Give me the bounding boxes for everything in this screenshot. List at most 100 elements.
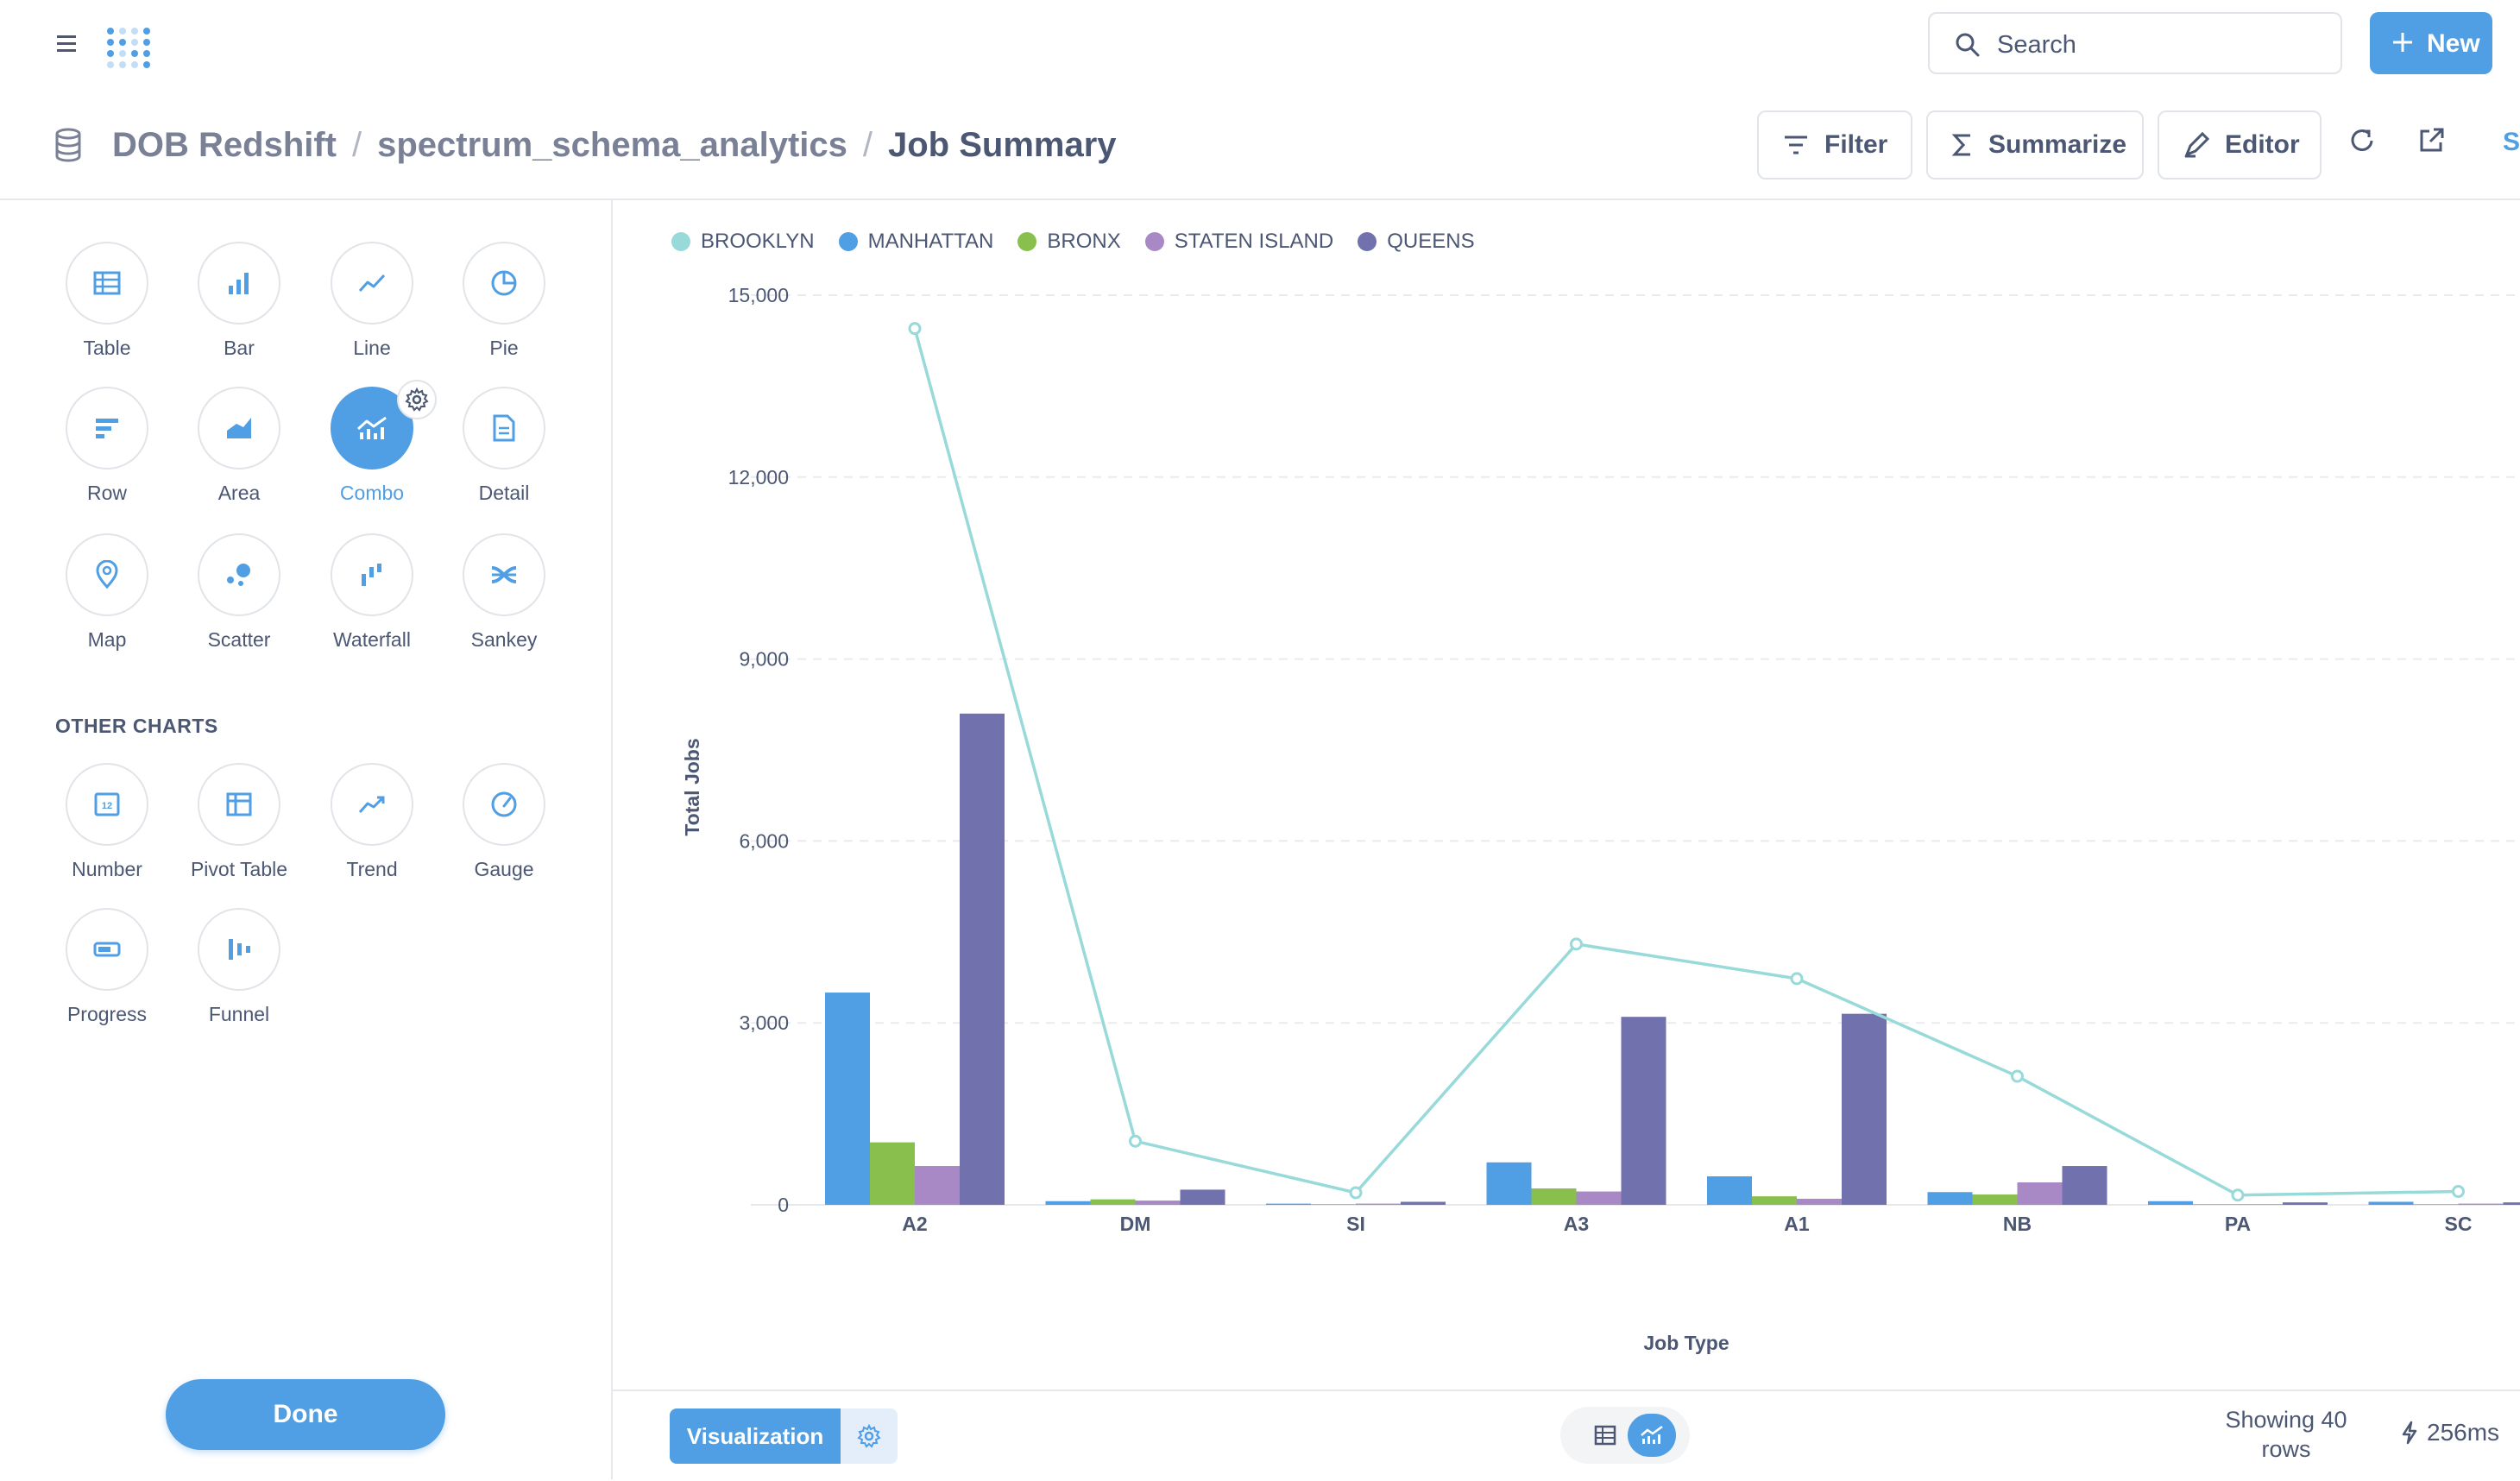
line-chart-icon xyxy=(331,242,413,325)
line-point[interactable] xyxy=(2454,1187,2464,1197)
legend-item-manhattan[interactable]: MANHATTAN xyxy=(839,230,994,254)
bar-manhattan[interactable] xyxy=(1928,1192,1973,1205)
chart-type-map[interactable]: Map xyxy=(38,533,176,652)
bar-staten-island[interactable] xyxy=(2018,1182,2063,1205)
bar-chart-icon xyxy=(198,242,280,325)
bar-bronx[interactable] xyxy=(1752,1196,1797,1205)
line-point[interactable] xyxy=(2233,1190,2243,1201)
x-tick-label: SC xyxy=(2445,1213,2473,1235)
chart-legend: BROOKLYN MANHATTAN BRONX STATEN ISLAND Q… xyxy=(671,230,1499,254)
search-box[interactable]: Search xyxy=(1928,12,2342,74)
chart-type-waterfall[interactable]: Waterfall xyxy=(303,533,441,652)
legend-item-brooklyn[interactable]: BROOKLYN xyxy=(671,230,815,254)
bar-manhattan[interactable] xyxy=(1266,1204,1311,1205)
bar-manhattan[interactable] xyxy=(1046,1201,1091,1205)
bar-staten-island[interactable] xyxy=(1797,1199,1842,1205)
hamburger-menu-icon[interactable] xyxy=(50,29,85,59)
filter-button-label: Filter xyxy=(1824,130,1887,160)
chart-type-scatter[interactable]: Scatter xyxy=(170,533,308,652)
legend-dot xyxy=(839,232,858,251)
line-point[interactable] xyxy=(1131,1136,1141,1146)
chart-type-trend[interactable]: Trend xyxy=(303,763,441,881)
legend-item-queens[interactable]: QUEENS xyxy=(1358,230,1474,254)
x-tick-label: A3 xyxy=(1564,1213,1589,1235)
bar-manhattan[interactable] xyxy=(1707,1176,1752,1205)
bar-staten-island[interactable] xyxy=(1136,1201,1181,1205)
bar-bronx[interactable] xyxy=(870,1143,915,1205)
chart-type-gauge[interactable]: Gauge xyxy=(435,763,573,881)
breadcrumb-separator: / xyxy=(863,126,873,165)
refresh-icon[interactable] xyxy=(2347,126,2377,155)
chart-type-area[interactable]: Area xyxy=(170,387,308,505)
metabase-logo-icon[interactable] xyxy=(102,19,157,71)
line-point[interactable] xyxy=(1351,1188,1361,1198)
breadcrumb-schema[interactable]: spectrum_schema_analytics xyxy=(377,126,847,165)
new-button[interactable]: New xyxy=(2370,12,2492,74)
bar-manhattan[interactable] xyxy=(1487,1163,1532,1205)
bar-staten-island[interactable] xyxy=(915,1166,960,1205)
chart-type-funnel[interactable]: Funnel xyxy=(170,908,308,1026)
save-button[interactable]: Sa xyxy=(2503,128,2520,157)
bar-queens[interactable] xyxy=(1401,1201,1446,1205)
bar-queens[interactable] xyxy=(2063,1166,2107,1205)
bar-queens[interactable] xyxy=(1181,1189,1225,1205)
line-point[interactable] xyxy=(1572,939,1582,949)
bar-queens[interactable] xyxy=(1622,1017,1666,1205)
line-point[interactable] xyxy=(1792,974,1802,984)
bar-bronx[interactable] xyxy=(1973,1194,2018,1205)
bar-bronx[interactable] xyxy=(1532,1188,1577,1205)
bar-staten-island[interactable] xyxy=(2459,1204,2504,1205)
bar-staten-island[interactable] xyxy=(1356,1204,1401,1205)
question-title[interactable]: Job Summary xyxy=(888,126,1117,165)
bar-bronx[interactable] xyxy=(2193,1204,2238,1205)
bar-manhattan[interactable] xyxy=(2369,1201,2414,1205)
chart-type-label: Area xyxy=(170,482,308,505)
bar-manhattan[interactable] xyxy=(825,993,870,1205)
legend-item-bronx[interactable]: BRONX xyxy=(1017,230,1120,254)
viz-settings-gear-icon[interactable] xyxy=(841,1409,898,1464)
bar-queens[interactable] xyxy=(2283,1202,2328,1205)
search-icon xyxy=(1954,31,1981,59)
chart-type-table[interactable]: Table xyxy=(38,242,176,360)
chart-type-detail[interactable]: Detail xyxy=(435,387,573,505)
filter-button[interactable]: Filter xyxy=(1757,110,1912,180)
bar-bronx[interactable] xyxy=(1311,1204,1356,1205)
bar-queens[interactable] xyxy=(960,714,1005,1205)
summarize-button-label: Summarize xyxy=(1988,130,2126,160)
bar-staten-island[interactable] xyxy=(1577,1192,1622,1205)
chart-type-number[interactable]: 12 Number xyxy=(38,763,176,881)
chart-type-pivot-table[interactable]: Pivot Table xyxy=(170,763,308,881)
chart-type-row[interactable]: Row xyxy=(38,387,176,505)
legend-dot xyxy=(1145,232,1164,251)
breadcrumb-database[interactable]: DOB Redshift xyxy=(112,126,337,165)
chart-type-progress[interactable]: Progress xyxy=(38,908,176,1026)
done-button[interactable]: Done xyxy=(166,1379,445,1450)
bar-queens[interactable] xyxy=(1842,1014,1887,1205)
chart-view-icon[interactable] xyxy=(1628,1414,1676,1457)
visualization-button[interactable]: Visualization xyxy=(670,1409,841,1464)
share-icon[interactable] xyxy=(2416,126,2446,155)
combo-settings-gear-icon[interactable] xyxy=(397,380,437,419)
line-point[interactable] xyxy=(910,324,920,334)
legend-item-staten-island[interactable]: STATEN ISLAND xyxy=(1145,230,1333,254)
x-tick-label: A2 xyxy=(902,1213,927,1235)
database-icon xyxy=(54,128,83,162)
chart-type-line[interactable]: Line xyxy=(303,242,441,360)
scatter-icon xyxy=(198,533,280,616)
bar-manhattan[interactable] xyxy=(2148,1201,2193,1205)
bar-bronx[interactable] xyxy=(1091,1200,1136,1205)
line-point[interactable] xyxy=(2013,1071,2023,1081)
breadcrumb-separator: / xyxy=(352,126,362,165)
other-charts-heading: OTHER CHARTS xyxy=(55,715,218,738)
bar-bronx[interactable] xyxy=(2414,1204,2459,1205)
bar-staten-island[interactable] xyxy=(2238,1204,2283,1205)
bar-queens[interactable] xyxy=(2504,1202,2520,1205)
row-chart-icon xyxy=(66,387,148,470)
summarize-button[interactable]: Summarize xyxy=(1926,110,2144,180)
chart-type-sankey[interactable]: Sankey xyxy=(435,533,573,652)
chart-type-pie[interactable]: Pie xyxy=(435,242,573,360)
chart-type-bar[interactable]: Bar xyxy=(170,242,308,360)
editor-button[interactable]: Editor xyxy=(2158,110,2322,180)
table-view-icon[interactable] xyxy=(1581,1417,1629,1453)
chart-type-label: Number xyxy=(38,858,176,881)
